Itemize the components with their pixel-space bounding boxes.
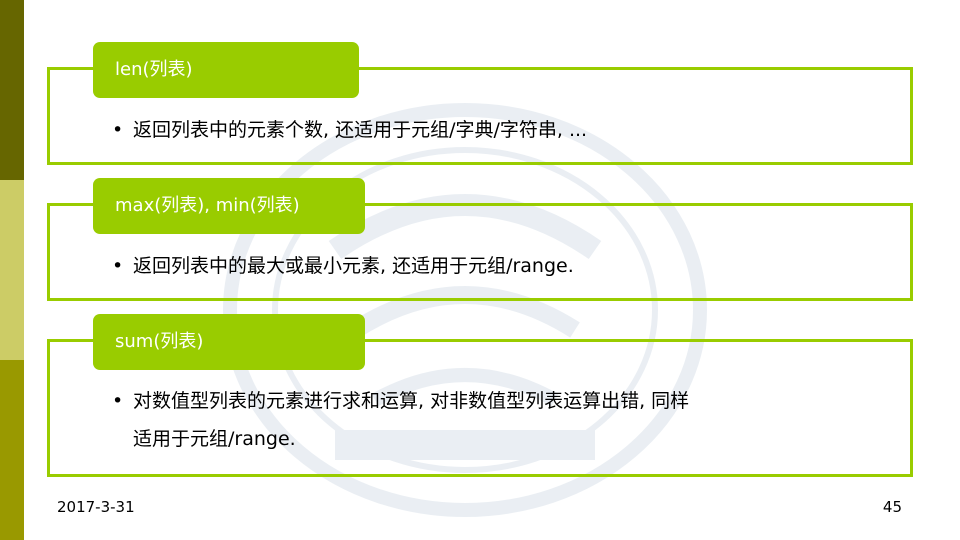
max-min-tag: max(列表), min(列表) — [93, 178, 365, 234]
len-tag-label: len(列表) — [115, 59, 193, 80]
len-description: 返回列表中的元素个数, 还适用于元组/字典/字符串, ... — [133, 119, 588, 141]
bullet-icon: • — [112, 119, 124, 141]
max-min-tag-label: max(列表), min(列表) — [115, 195, 300, 216]
max-min-description: 返回列表中的最大或最小元素, 还适用于元组/range. — [133, 255, 574, 277]
left-strip-middle — [0, 180, 24, 360]
sum-tag: sum(列表) — [93, 314, 365, 370]
sum-description-line-1: 对数值型列表的元素进行求和运算, 对非数值型列表运算出错, 同样 — [133, 390, 690, 412]
left-strip-top — [0, 0, 24, 180]
bullet-icon: • — [112, 255, 124, 277]
bullet-icon: • — [112, 390, 124, 412]
len-tag: len(列表) — [93, 42, 359, 98]
left-strip-bottom — [0, 360, 24, 540]
footer-date: 2017-3-31 — [57, 498, 135, 516]
sum-description-line-2: 适用于元组/range. — [133, 428, 296, 450]
sum-tag-label: sum(列表) — [115, 331, 204, 352]
page-number: 45 — [882, 498, 902, 516]
